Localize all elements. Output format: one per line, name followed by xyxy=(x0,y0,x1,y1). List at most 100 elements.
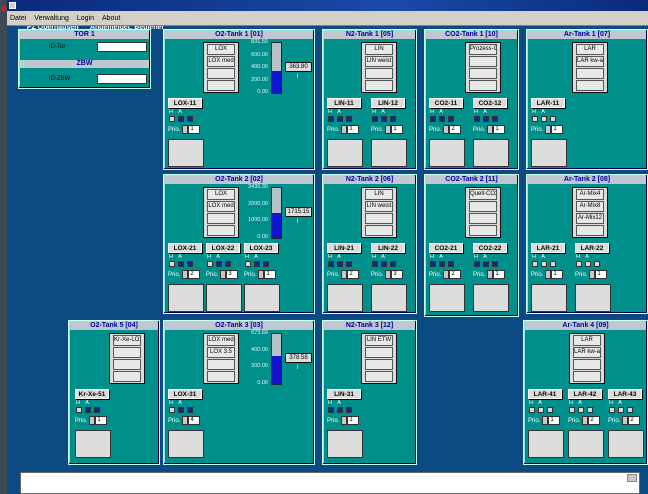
status-led[interactable] xyxy=(448,261,454,267)
status-led[interactable] xyxy=(187,116,193,122)
priority-value[interactable]: 1 xyxy=(493,125,506,134)
pump-label[interactable]: Kr-Xe-51 xyxy=(75,389,109,399)
priority-control[interactable]: Prio. 3 xyxy=(206,270,239,279)
priority-value[interactable]: 3 xyxy=(226,270,239,279)
priority-control[interactable]: Prio. 4 xyxy=(168,416,201,425)
status-led[interactable] xyxy=(483,116,489,122)
status-led[interactable] xyxy=(346,261,352,267)
status-led[interactable] xyxy=(585,261,591,267)
priority-control[interactable]: Prio. 1 xyxy=(575,270,608,279)
priority-value[interactable]: 1 xyxy=(264,270,277,279)
pump-label[interactable]: LOX-31 xyxy=(168,389,202,399)
pump-label[interactable]: LAR-42 xyxy=(568,389,602,399)
status-led[interactable] xyxy=(337,116,343,122)
status-led[interactable] xyxy=(328,261,334,267)
priority-value[interactable]: 1 xyxy=(493,270,506,279)
status-led[interactable] xyxy=(337,261,343,267)
priority-control[interactable]: Prio. 2 xyxy=(429,270,462,279)
priority-control[interactable]: Prio. 2 xyxy=(429,125,462,134)
status-led[interactable] xyxy=(337,407,343,413)
priority-control[interactable]: Prio. 1 xyxy=(528,416,561,425)
pump-label[interactable]: LAR-41 xyxy=(528,389,562,399)
priority-control[interactable]: Prio. 2 xyxy=(327,270,360,279)
status-led[interactable] xyxy=(85,407,91,413)
pump-label[interactable]: LOX-22 xyxy=(206,243,240,253)
status-led[interactable] xyxy=(483,261,489,267)
priority-control[interactable]: Prio. 1 xyxy=(327,416,360,425)
menu-about[interactable]: About xyxy=(99,11,123,22)
priority-value[interactable]: 3 xyxy=(391,270,404,279)
pump-label[interactable]: LAR-22 xyxy=(575,243,609,253)
status-led[interactable] xyxy=(169,261,175,267)
id-tor-input[interactable] xyxy=(97,42,147,52)
status-led[interactable] xyxy=(178,261,184,267)
status-led[interactable] xyxy=(538,407,544,413)
status-led[interactable] xyxy=(618,407,624,413)
pump-label[interactable]: LIN-21 xyxy=(327,243,361,253)
pump-label[interactable]: LIN-12 xyxy=(371,98,405,108)
menu-verwaltung[interactable]: Verwaltung xyxy=(31,11,72,22)
status-led[interactable] xyxy=(492,261,498,267)
priority-value[interactable]: 2 xyxy=(449,270,462,279)
status-led[interactable] xyxy=(439,261,445,267)
status-led[interactable] xyxy=(578,407,584,413)
status-led[interactable] xyxy=(576,261,582,267)
status-led[interactable] xyxy=(216,261,222,267)
status-led[interactable] xyxy=(532,261,538,267)
status-led[interactable] xyxy=(372,261,378,267)
status-led[interactable] xyxy=(381,261,387,267)
priority-value[interactable]: 1 xyxy=(551,125,564,134)
pump-label[interactable]: CO2-12 xyxy=(473,98,507,108)
pump-label[interactable]: LIN-22 xyxy=(371,243,405,253)
status-led[interactable] xyxy=(430,261,436,267)
status-led[interactable] xyxy=(532,116,538,122)
status-led[interactable] xyxy=(529,407,535,413)
status-led[interactable] xyxy=(569,407,575,413)
priority-control[interactable]: Prio. 2 xyxy=(168,270,201,279)
priority-value[interactable]: 2 xyxy=(588,416,601,425)
priority-control[interactable]: Prio. 3 xyxy=(371,270,404,279)
status-led[interactable] xyxy=(609,407,615,413)
scroll-up-button[interactable] xyxy=(627,474,637,482)
status-led[interactable] xyxy=(76,407,82,413)
pump-label[interactable]: LAR-21 xyxy=(531,243,565,253)
status-led[interactable] xyxy=(492,116,498,122)
status-led[interactable] xyxy=(550,261,556,267)
priority-control[interactable]: Prio. 1 xyxy=(327,125,360,134)
log-area[interactable] xyxy=(20,472,640,494)
status-led[interactable] xyxy=(439,116,445,122)
status-led[interactable] xyxy=(430,116,436,122)
priority-value[interactable]: 1 xyxy=(391,125,404,134)
priority-control[interactable]: Prio. 1 xyxy=(531,125,564,134)
menu-login[interactable]: Login xyxy=(74,11,97,22)
priority-control[interactable]: Prio. 1 xyxy=(244,270,277,279)
pump-label[interactable]: CO2-11 xyxy=(429,98,463,108)
pump-label[interactable]: CO2-22 xyxy=(473,243,507,253)
priority-control[interactable]: Prio. 1 xyxy=(473,125,506,134)
status-led[interactable] xyxy=(245,261,251,267)
status-led[interactable] xyxy=(225,261,231,267)
status-led[interactable] xyxy=(178,407,184,413)
status-led[interactable] xyxy=(474,116,480,122)
status-led[interactable] xyxy=(627,407,633,413)
pump-label[interactable]: LIN-31 xyxy=(327,389,361,399)
status-led[interactable] xyxy=(94,407,100,413)
priority-control[interactable]: Prio. 1 xyxy=(473,270,506,279)
pump-label[interactable]: LOX-21 xyxy=(168,243,202,253)
pump-label[interactable]: LOX-23 xyxy=(244,243,278,253)
priority-control[interactable]: Prio. 1 xyxy=(371,125,404,134)
priority-value[interactable]: 1 xyxy=(595,270,608,279)
pump-label[interactable]: LAR-43 xyxy=(608,389,642,399)
status-led[interactable] xyxy=(169,407,175,413)
status-led[interactable] xyxy=(187,261,193,267)
status-led[interactable] xyxy=(381,116,387,122)
pump-label[interactable]: LIN-11 xyxy=(327,98,361,108)
status-led[interactable] xyxy=(346,407,352,413)
status-led[interactable] xyxy=(207,261,213,267)
status-led[interactable] xyxy=(587,407,593,413)
status-led[interactable] xyxy=(254,261,260,267)
pump-label[interactable]: LAR-11 xyxy=(531,98,565,108)
priority-value[interactable]: 1 xyxy=(188,125,201,134)
status-led[interactable] xyxy=(390,261,396,267)
priority-value[interactable]: 1 xyxy=(548,416,561,425)
